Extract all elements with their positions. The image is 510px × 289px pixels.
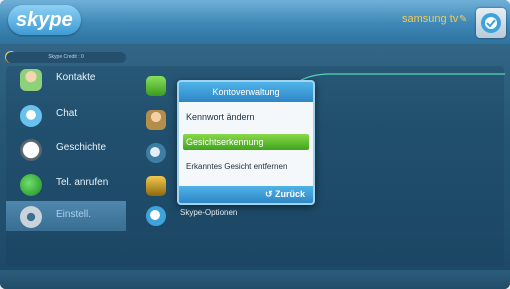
skype-app-window: skype samsung tv ✎ Skype Credit : 0 Kont… — [0, 0, 510, 289]
back-button[interactable]: ↺ Zurück — [179, 186, 313, 203]
bottom-bar — [0, 270, 510, 289]
remove-recognized-face-option[interactable]: Erkanntes Gesicht entfernen — [183, 159, 309, 175]
return-arrow-icon: ↺ — [264, 189, 275, 199]
change-password-option[interactable]: Kennwort ändern — [183, 109, 309, 125]
dialog-title: Kontoverwaltung — [179, 82, 313, 102]
face-recognition-option[interactable]: Gesichtserkennung — [183, 134, 309, 150]
back-label: Zurück — [274, 189, 305, 199]
account-management-dialog: Kontoverwaltung Kennwort ändern Gesichts… — [177, 80, 315, 205]
